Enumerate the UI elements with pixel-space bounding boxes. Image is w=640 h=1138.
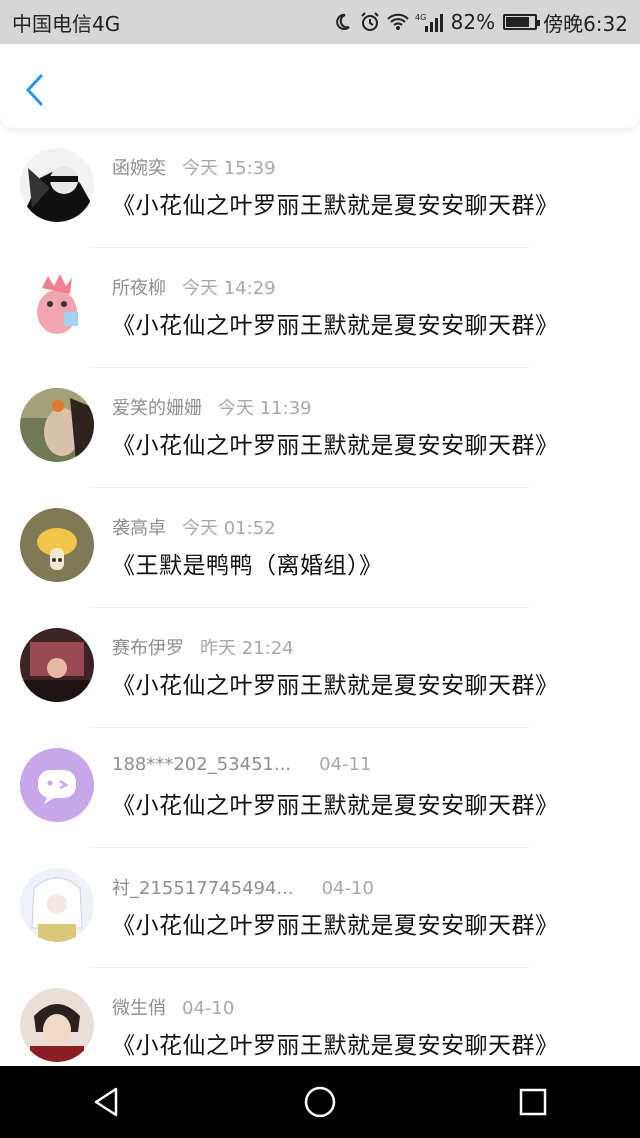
avatar[interactable] [20, 148, 94, 222]
item-meta: 衬_215517745494... 04-10 [112, 874, 374, 900]
app-header [0, 44, 640, 128]
timestamp: 今天 14:29 [182, 278, 276, 299]
user-name: 衬_215517745494... [112, 878, 294, 899]
user-name: 函婉奕 [112, 158, 166, 179]
group-name: 《小花仙之叶罗丽王默就是夏安安聊天群》 [112, 433, 559, 459]
timestamp: 今天 01:52 [182, 518, 276, 539]
item-meta: 188***202_53451... 04-11 [112, 754, 371, 775]
timestamp: 04-11 [319, 754, 372, 775]
avatar[interactable] [20, 268, 94, 342]
item-meta: 爱笑的姗姗 今天 11:39 [112, 394, 312, 420]
group-name: 《小花仙之叶罗丽王默就是夏安安聊天群》 [112, 313, 559, 339]
back-triangle-icon [94, 1087, 117, 1117]
list-item[interactable]: 衬_215517745494... 04-10 《小花仙之叶罗丽王默就是夏安安聊天… [0, 848, 640, 968]
item-meta: 袭高卓 今天 01:52 [112, 514, 276, 540]
item-meta: 微生俏 04-10 [112, 994, 234, 1020]
group-name: 《小花仙之叶罗丽王默就是夏安安聊天群》 [112, 793, 559, 819]
avatar[interactable] [20, 628, 94, 702]
nav-home-button[interactable] [290, 1072, 350, 1132]
wifi-icon [386, 11, 409, 33]
group-name: 《小花仙之叶罗丽王默就是夏安安聊天群》 [112, 193, 559, 219]
timestamp: 今天 11:39 [218, 398, 312, 419]
timestamp: 昨天 21:24 [200, 638, 294, 659]
home-circle-icon [304, 1086, 336, 1118]
list-item[interactable]: 188***202_53451... 04-11 《小花仙之叶罗丽王默就是夏安安聊… [0, 728, 640, 848]
avatar[interactable] [20, 988, 94, 1062]
nav-recents-button[interactable] [503, 1072, 563, 1132]
chevron-left-icon [26, 74, 43, 106]
group-name: 《王默是鸭鸭（离婚组）》 [112, 553, 383, 579]
list-item[interactable]: 所夜柳 今天 14:29 《小花仙之叶罗丽王默就是夏安安聊天群》 [0, 248, 640, 368]
signal-icon: 4G [415, 11, 445, 33]
item-meta: 函婉奕 今天 15:39 [112, 154, 276, 180]
item-meta: 赛布伊罗 昨天 21:24 [112, 634, 294, 660]
alarm-icon [359, 11, 381, 33]
user-name: 所夜柳 [112, 278, 166, 299]
battery-level [506, 17, 530, 27]
group-name: 《小花仙之叶罗丽王默就是夏安安聊天群》 [112, 913, 559, 939]
list-item[interactable]: 赛布伊罗 昨天 21:24 《小花仙之叶罗丽王默就是夏安安聊天群》 [0, 608, 640, 728]
user-name: 188***202_53451... [112, 754, 292, 775]
item-meta: 所夜柳 今天 14:29 [112, 274, 276, 300]
avatar[interactable] [20, 748, 94, 822]
back-button[interactable] [16, 70, 52, 110]
user-name: 微生俏 [112, 998, 166, 1019]
user-name: 爱笑的姗姗 [112, 398, 202, 419]
record-list: 函婉奕 今天 15:39 《小花仙之叶罗丽王默就是夏安安聊天群》 所夜柳 今天 14… [0, 128, 640, 1088]
carrier-label: 中国电信4G [12, 11, 121, 36]
recents-square-icon [520, 1088, 547, 1116]
moon-icon [331, 11, 353, 33]
avatar[interactable] [20, 388, 94, 462]
timestamp: 04-10 [321, 878, 374, 899]
timestamp: 04-10 [182, 998, 235, 1019]
network-type-label: 4G [415, 13, 426, 22]
group-name: 《小花仙之叶罗丽王默就是夏安安聊天群》 [112, 673, 559, 699]
group-name: 《小花仙之叶罗丽王默就是夏安安聊天群》 [112, 1033, 559, 1059]
clock-time: 傍晚6:32 [543, 11, 628, 36]
user-name: 赛布伊罗 [112, 638, 184, 659]
avatar[interactable] [20, 868, 94, 942]
battery-icon [503, 14, 541, 30]
system-nav-bar [0, 1066, 640, 1138]
battery-tip [537, 20, 541, 26]
user-name: 袭高卓 [112, 518, 166, 539]
list-item[interactable]: 函婉奕 今天 15:39 《小花仙之叶罗丽王默就是夏安安聊天群》 [0, 128, 640, 248]
timestamp: 今天 15:39 [182, 158, 276, 179]
status-bar: 中国电信4G 4G 82% 傍晚6:32 [0, 0, 640, 44]
list-item[interactable]: 爱笑的姗姗 今天 11:39 《小花仙之叶罗丽王默就是夏安安聊天群》 [0, 368, 640, 488]
nav-back-button[interactable] [77, 1072, 137, 1132]
list-item[interactable]: 袭高卓 今天 01:52 《王默是鸭鸭（离婚组）》 [0, 488, 640, 608]
status-icons: 4G 82% 傍晚6:32 [331, 8, 628, 37]
battery-percent: 82% [450, 10, 496, 34]
avatar[interactable] [20, 508, 94, 582]
